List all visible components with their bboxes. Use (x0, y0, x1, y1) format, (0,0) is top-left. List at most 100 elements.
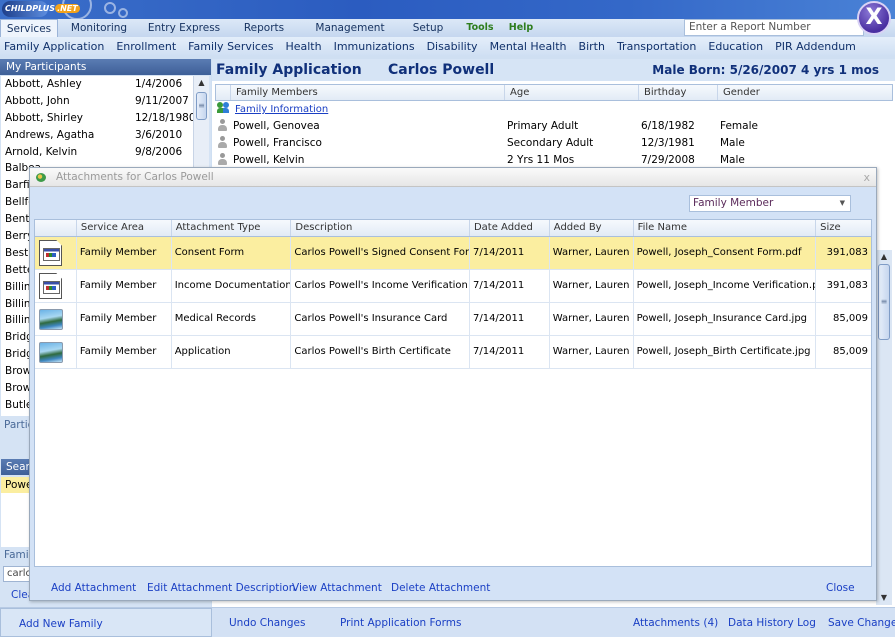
save-changes-button[interactable]: Save Changes (828, 617, 895, 629)
col-family-members[interactable]: Family Members (231, 85, 505, 100)
filter-value: Family Member (693, 197, 774, 209)
document-file-icon (39, 240, 62, 266)
family-member-row[interactable]: Powell, Genovea Primary Adult 6/18/1982 Fem… (215, 118, 893, 135)
logo-text: CHILDPLUS (5, 4, 56, 13)
attachment-icon-cell (35, 270, 77, 302)
size-cell: 85,009 (833, 346, 869, 357)
submenu-disability[interactable]: Disability (427, 37, 478, 56)
col-added-by[interactable]: Added By (550, 220, 634, 236)
data-history-log-button[interactable]: Data History Log (728, 617, 816, 629)
app-close-button[interactable]: X (857, 1, 891, 35)
content-scrollbar[interactable]: ▲ ≡ ▼ (876, 250, 892, 605)
scroll-thumb[interactable]: ≡ (196, 92, 207, 120)
attachment-row[interactable]: Family Member Application Carlos Powell's … (35, 336, 871, 369)
participant-name: Abbott, Ashley (5, 78, 82, 90)
member-name: Powell, Kelvin (233, 154, 305, 166)
submenu-health[interactable]: Health (285, 37, 321, 56)
col-age[interactable]: Age (505, 85, 639, 100)
attachments-button[interactable]: Attachments (4) (633, 617, 718, 629)
col-date-added[interactable]: Date Added (470, 220, 550, 236)
col-size[interactable]: Size (816, 220, 871, 236)
col-service-area[interactable]: Service Area (77, 220, 172, 236)
col-birthday[interactable]: Birthday (639, 85, 718, 100)
print-application-forms-button[interactable]: Print Application Forms (340, 617, 461, 629)
attachments-grid: Service Area Attachment Type Description… (34, 219, 872, 567)
dialog-actions: Add Attachment Edit Attachment Descripti… (30, 578, 876, 598)
scroll-down-icon[interactable]: ▼ (876, 591, 892, 605)
participant-date: 3/6/2010 (135, 128, 183, 141)
menu-management[interactable]: Management (300, 19, 400, 37)
menu-tools[interactable]: Tools (456, 19, 504, 37)
submenu-birth[interactable]: Birth (579, 37, 605, 56)
menu-services[interactable]: Services (0, 19, 58, 37)
family-information-link[interactable]: Family Information (235, 104, 328, 115)
scroll-up-icon[interactable]: ▲ (194, 76, 209, 90)
service-area-filter-select[interactable]: Family Member ▼ (689, 195, 851, 212)
col-attachment-type[interactable]: Attachment Type (172, 220, 292, 236)
participant-row[interactable]: Abbott, Shirley 12/18/1980 (1, 110, 209, 127)
family-member-row[interactable]: Powell, Francisco Secondary Adult 12/3/198… (215, 135, 893, 152)
dialog-title: Attachments for Carlos Powell (56, 171, 214, 183)
bottom-bar: Add New Family Undo Changes Print Applic… (0, 607, 895, 637)
menu-entry-express[interactable]: Entry Express (140, 19, 228, 37)
add-new-family-area: Add New Family (0, 608, 212, 637)
participant-name: Abbott, John (5, 94, 70, 107)
sub-menu: Family Application Enrollment Family Ser… (0, 37, 895, 56)
submenu-mental-health[interactable]: Mental Health (490, 37, 567, 56)
attachment-row[interactable]: Family Member Consent Form Carlos Powell's… (35, 237, 871, 270)
service-area-cell: Family Member (77, 270, 172, 302)
participant-name: Abbott, Shirley (5, 111, 83, 124)
dialog-close-button[interactable]: Close (826, 582, 855, 594)
document-file-icon (39, 273, 62, 299)
col-icon (35, 220, 77, 236)
menu-reports[interactable]: Reports (228, 19, 300, 37)
col-gender[interactable]: Gender (718, 85, 892, 100)
view-attachment-button[interactable]: View Attachment (292, 582, 382, 594)
submenu-family-application[interactable]: Family Application (4, 37, 104, 56)
participant-name: Arnold, Kelvin (5, 145, 78, 158)
submenu-pir-addendum[interactable]: PIR Addendum (775, 37, 856, 56)
file-name-cell: Powell, Joseph_Insurance Card.jpg (634, 303, 817, 335)
col-description[interactable]: Description (291, 220, 470, 236)
participant-row[interactable]: Abbott, John 9/11/2007 (1, 93, 209, 110)
report-number-input[interactable]: Enter a Report Number (684, 19, 864, 36)
submenu-immunizations[interactable]: Immunizations (334, 37, 415, 56)
member-name: Powell, Francisco (233, 137, 322, 149)
app-logo: CHILDPLUS .NET (2, 1, 80, 17)
member-gender: Male (720, 137, 745, 149)
family-grid-header: Family Members Age Birthday Gender (215, 84, 893, 101)
member-birthday: 6/18/1982 (641, 120, 695, 132)
scroll-thumb[interactable]: ≡ (878, 264, 890, 340)
family-icon (217, 102, 231, 114)
child-name: Carlos Powell (388, 62, 495, 78)
menu-help[interactable]: Help (504, 19, 538, 37)
scroll-up-icon[interactable]: ▲ (876, 250, 892, 264)
attachment-row[interactable]: Family Member Income Documentation Carlos … (35, 270, 871, 303)
submenu-family-services[interactable]: Family Services (188, 37, 273, 56)
member-name: Powell, Genovea (233, 120, 320, 132)
date-added-cell: 7/14/2011 (470, 237, 550, 269)
attachment-icon-cell (35, 237, 77, 269)
attachment-type-cell: Application (172, 336, 292, 368)
menu-monitoring[interactable]: Monitoring (58, 19, 140, 37)
add-attachment-button[interactable]: Add Attachment (51, 582, 136, 594)
undo-changes-button[interactable]: Undo Changes (229, 617, 305, 629)
family-info-row: Family Information (215, 101, 893, 118)
participant-row[interactable]: Abbott, Ashley 1/4/2006 (1, 76, 209, 93)
submenu-transportation[interactable]: Transportation (617, 37, 696, 56)
participant-row[interactable]: Arnold, Kelvin 9/8/2006 (1, 144, 209, 161)
submenu-enrollment[interactable]: Enrollment (116, 37, 176, 56)
col-file-name[interactable]: File Name (634, 220, 817, 236)
member-age: Primary Adult (507, 120, 579, 132)
attachment-row[interactable]: Family Member Medical Records Carlos Powel… (35, 303, 871, 336)
size-cell: 85,009 (833, 313, 869, 324)
edit-attachment-description-button[interactable]: Edit Attachment Description (147, 582, 295, 594)
delete-attachment-button[interactable]: Delete Attachment (391, 582, 490, 594)
submenu-education[interactable]: Education (708, 37, 763, 56)
service-area-cell: Family Member (77, 336, 172, 368)
added-by-cell: Warner, Lauren (550, 270, 634, 302)
add-new-family-button[interactable]: Add New Family (19, 618, 103, 630)
dialog-close-icon[interactable]: x (863, 168, 870, 187)
participant-row[interactable]: Andrews, Agatha 3/6/2010 (1, 127, 209, 144)
menu-setup[interactable]: Setup (400, 19, 456, 37)
